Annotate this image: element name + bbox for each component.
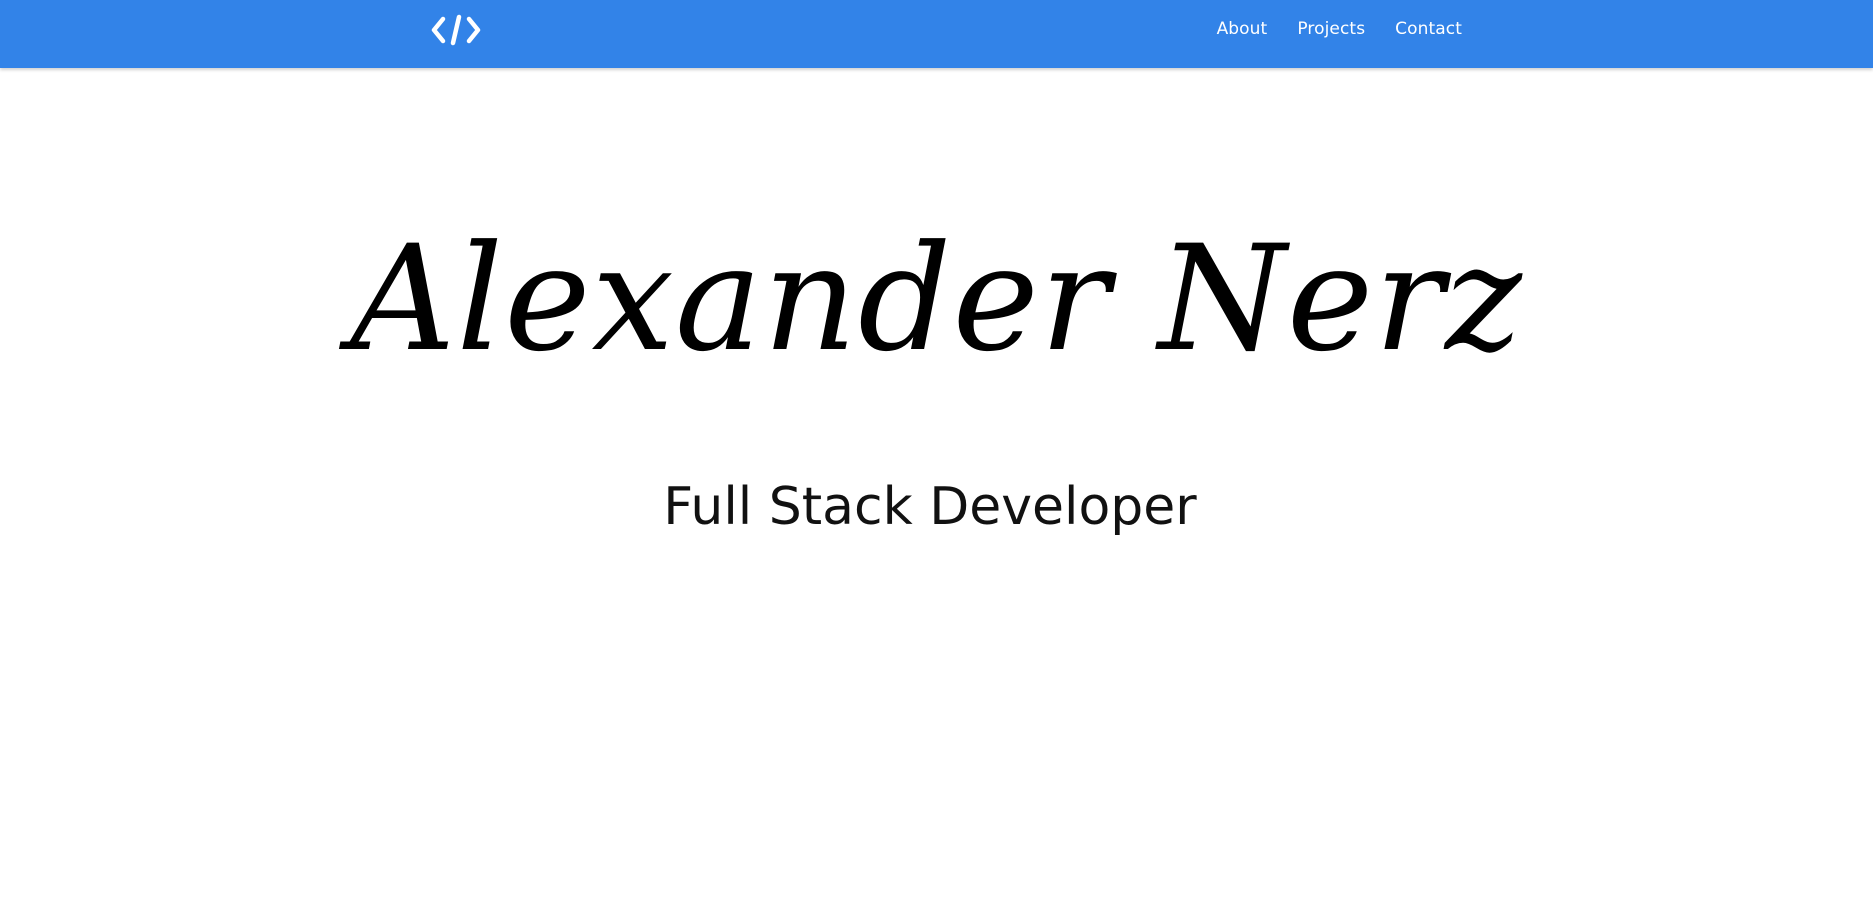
nav-link-contact[interactable]: Contact bbox=[1380, 0, 1462, 58]
nav-link-about[interactable]: About bbox=[1202, 0, 1283, 58]
hero-name: Alexander Nerz bbox=[350, 214, 1523, 384]
hero-section: Alexander Nerz Full Stack Developer bbox=[0, 68, 1873, 912]
code-brackets-icon bbox=[430, 11, 482, 49]
hero-subtitle: Full Stack Developer bbox=[663, 477, 1197, 537]
nav-link-projects[interactable]: Projects bbox=[1282, 0, 1380, 58]
logo-link[interactable] bbox=[430, 11, 482, 49]
navbar: About Projects Contact bbox=[0, 0, 1873, 68]
nav-links: About Projects Contact bbox=[1202, 0, 1462, 58]
